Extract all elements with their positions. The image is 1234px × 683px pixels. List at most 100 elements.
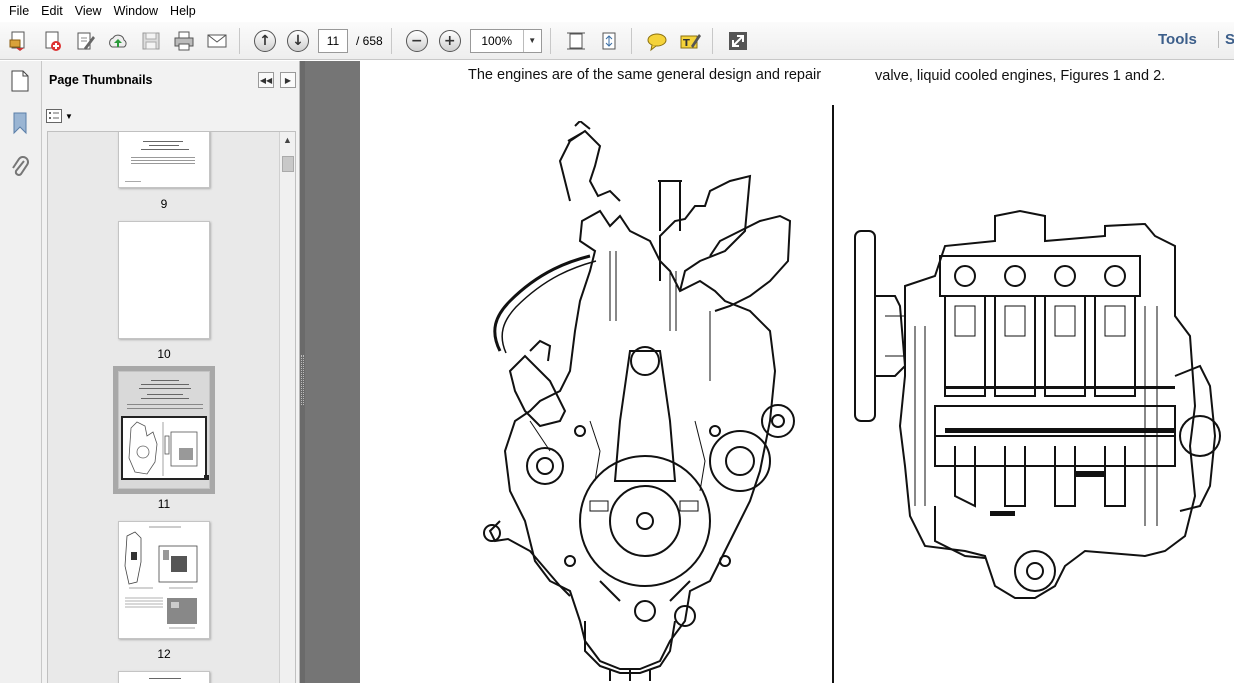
thumbnails-title: Page Thumbnails bbox=[49, 73, 153, 87]
bookmarks-panel-button[interactable] bbox=[8, 111, 32, 135]
thumb-line bbox=[125, 181, 141, 182]
chevron-right-icon: ▶ bbox=[284, 75, 292, 85]
thumb-line bbox=[131, 157, 195, 158]
engine-thumb-image bbox=[128, 421, 198, 476]
next-page-button[interactable]: ↓ bbox=[284, 27, 312, 55]
toolbar-separator bbox=[390, 27, 392, 54]
thumb-line bbox=[149, 678, 181, 679]
thumb-line bbox=[151, 380, 179, 381]
highlight-button[interactable]: T bbox=[676, 27, 704, 55]
thumbnail-page-next[interactable] bbox=[118, 671, 210, 683]
thumbnail-page-12[interactable] bbox=[118, 521, 210, 639]
resize-handle[interactable] bbox=[204, 475, 209, 480]
zoom-value: 100% bbox=[481, 33, 513, 48]
thumb-line bbox=[131, 163, 195, 164]
toolbar-separator bbox=[239, 27, 240, 54]
document-page: The engines are of the same general desi… bbox=[360, 61, 1234, 683]
toolbar-separator bbox=[630, 27, 632, 54]
thumbnail-label: 10 bbox=[157, 347, 171, 361]
fullscreen-icon bbox=[728, 31, 747, 50]
zoom-in-button[interactable]: + bbox=[436, 27, 464, 55]
page-total: / 658 bbox=[356, 33, 383, 48]
thumbnail-label: 12 bbox=[157, 647, 171, 661]
thumb-line bbox=[139, 388, 191, 389]
engine-side-view-figure bbox=[854, 209, 1221, 599]
right-column-text: valve, liquid cooled engines, Figures 1 … bbox=[875, 68, 1166, 84]
thumb-line bbox=[141, 149, 189, 150]
comment-button[interactable] bbox=[643, 27, 671, 55]
double-chevron-left-icon: ◀◀ bbox=[259, 75, 273, 85]
zoom-out-button[interactable]: − bbox=[403, 27, 431, 55]
menu-bar: File Edit View Window Help bbox=[0, 0, 1234, 22]
thumbnails-header: Page Thumbnails ◀◀ ▶ bbox=[42, 61, 300, 101]
thumbnail-options-button[interactable]: ▼ bbox=[46, 107, 74, 125]
comment-icon bbox=[647, 33, 667, 51]
pages-panel-button[interactable] bbox=[8, 69, 32, 93]
previous-page-button[interactable]: ↑ bbox=[251, 27, 279, 55]
navigation-rail bbox=[0, 61, 42, 683]
page-icon bbox=[11, 70, 29, 92]
thumb-line bbox=[127, 404, 203, 405]
fit-page-button[interactable] bbox=[562, 27, 590, 55]
chevron-up-icon[interactable]: ▲ bbox=[283, 135, 292, 145]
email-icon bbox=[207, 34, 227, 47]
print-icon bbox=[174, 31, 194, 50]
document-viewport: The engines are of the same general desi… bbox=[305, 61, 1234, 683]
previous-page-icon: ↑ bbox=[254, 29, 276, 52]
menu-file[interactable]: File bbox=[3, 0, 35, 22]
thumbnail-label: 11 bbox=[157, 497, 171, 511]
chevron-down-icon: ▼ bbox=[65, 111, 73, 121]
save-button[interactable] bbox=[137, 27, 165, 55]
page-12-thumb-image bbox=[124, 526, 198, 629]
edit-button[interactable] bbox=[71, 27, 99, 55]
toolbar-separator bbox=[711, 27, 713, 54]
bookmark-icon bbox=[13, 112, 27, 135]
create-pdf-button[interactable] bbox=[5, 27, 33, 55]
engine-end-view-figure bbox=[483, 121, 795, 681]
thumb-line bbox=[127, 408, 203, 409]
collapse-panel-button[interactable]: ◀◀ bbox=[258, 72, 274, 88]
thumbnail-page-11[interactable] bbox=[113, 366, 215, 494]
menu-view[interactable]: View bbox=[69, 0, 108, 22]
add-file-button[interactable] bbox=[38, 27, 66, 55]
fullscreen-button[interactable] bbox=[724, 27, 752, 55]
thumbnails-list: 9 10 11 12 ▲ bbox=[47, 131, 296, 683]
expand-panel-button[interactable]: ▶ bbox=[280, 72, 296, 88]
thumbnail-label: 9 bbox=[160, 197, 168, 211]
options-icon bbox=[46, 109, 62, 123]
thumbnail-page-10[interactable] bbox=[118, 221, 210, 339]
scrollbar-thumb[interactable] bbox=[282, 156, 294, 172]
upload-button[interactable] bbox=[104, 27, 132, 55]
toolbar-separator bbox=[549, 27, 551, 54]
zoom-select[interactable]: 100% ▼ bbox=[469, 28, 542, 53]
zoom-in-icon: + bbox=[438, 29, 461, 52]
thumb-line bbox=[143, 141, 183, 142]
create-pdf-icon bbox=[9, 31, 25, 51]
fit-width-icon bbox=[602, 32, 616, 49]
zoom-out-icon: − bbox=[405, 29, 428, 52]
menu-window[interactable]: Window bbox=[108, 0, 164, 22]
add-file-icon bbox=[45, 31, 61, 51]
menu-help[interactable]: Help bbox=[164, 0, 202, 22]
menu-edit[interactable]: Edit bbox=[35, 0, 69, 22]
chevron-down-icon[interactable]: ▼ bbox=[522, 29, 541, 52]
splitter-grip[interactable] bbox=[301, 355, 304, 405]
left-column-text: The engines are of the same general desi… bbox=[468, 67, 822, 83]
sign-link[interactable]: Si bbox=[1218, 31, 1234, 48]
fit-page-icon bbox=[566, 32, 585, 49]
tools-link[interactable]: Tools bbox=[1158, 31, 1197, 48]
thumbnail-page-9[interactable] bbox=[118, 132, 210, 188]
fit-width-button[interactable] bbox=[595, 27, 623, 55]
attachments-panel-button[interactable] bbox=[8, 155, 32, 179]
upload-icon bbox=[109, 34, 127, 47]
page-thumbnails-panel: Page Thumbnails ◀◀ ▶ ▼ 9 10 11 12 ▲ bbox=[42, 61, 300, 683]
thumb-line bbox=[141, 398, 189, 399]
save-icon bbox=[142, 32, 160, 49]
svg-text:T: T bbox=[683, 38, 690, 49]
email-button[interactable] bbox=[203, 27, 231, 55]
thumb-line bbox=[131, 160, 195, 161]
print-button[interactable] bbox=[170, 27, 198, 55]
thumbnails-scrollbar[interactable]: ▲ bbox=[279, 132, 295, 683]
thumbnail-viewport bbox=[121, 416, 207, 480]
page-number-input[interactable]: 11 bbox=[318, 28, 348, 53]
